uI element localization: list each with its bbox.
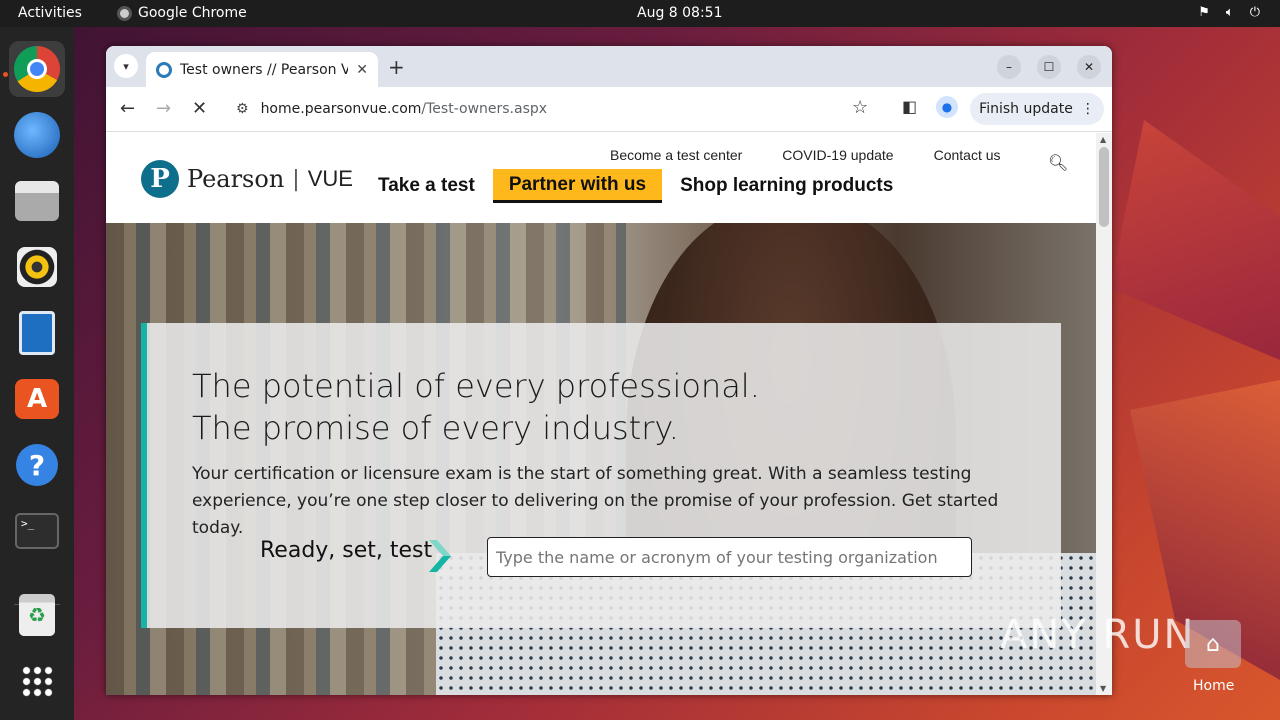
files-icon [15,181,59,221]
maximize-icon: ☐ [1043,60,1055,74]
close-icon: ✕ [1083,60,1095,74]
running-indicator [3,72,8,77]
app-menu-label: Google Chrome [138,5,247,21]
hero-headline-line1: The potential of every professional. [192,367,760,405]
tab-active[interactable]: Test owners // Pearson V ✕ [146,52,378,87]
anyrun-watermark: ANY RUN [1000,612,1196,658]
tab-strip: ▾ Test owners // Pearson V ✕ + – ☐ ✕ [106,46,1112,87]
volume-icon: 🔈︎ [1225,5,1234,20]
link-contact-us[interactable]: Contact us [934,147,1001,163]
hero-headline-line2: The promise of every industry. [192,409,679,447]
link-covid-update[interactable]: COVID-19 update [782,147,893,163]
dock-help[interactable]: ? [9,437,65,493]
activities-button[interactable]: Activities [18,5,82,21]
pearson-favicon-icon [156,61,172,78]
hero-body: Your certification or licensure exam is … [192,464,999,538]
dock-files[interactable] [9,173,65,229]
home-folder-label: Home [1193,678,1235,694]
web-page: P Pearson | VUE Become a test center COV… [106,133,1096,695]
link-become-test-center[interactable]: Become a test center [610,147,742,163]
system-tray[interactable]: ⚑ 🔈︎ ⏻ [1198,5,1260,20]
new-tab-button[interactable]: + [388,55,405,79]
app-menu[interactable]: Google Chrome [117,5,247,21]
scroll-up-icon[interactable]: ▲ [1100,135,1106,144]
logo-suffix: VUE [307,166,353,191]
url-host: home.pearsonvue.com [260,101,422,117]
dock-rhythmbox[interactable] [9,239,65,295]
logo-brand: Pearson [187,165,285,193]
site-header: P Pearson | VUE Become a test center COV… [106,133,1096,223]
thunderbird-icon [14,112,60,158]
home-folder-icon[interactable]: ⌂ [1185,620,1241,668]
profile-avatar-icon[interactable]: ● [936,96,958,118]
url-path: /Test-owners.aspx [421,101,548,117]
system-top-bar: Activities Google Chrome Aug 8 08:51 ⚑ 🔈… [0,0,1280,27]
back-button[interactable]: ← [120,98,135,119]
tab-search-button[interactable]: ▾ [114,54,138,78]
dock-thunderbird[interactable] [9,107,65,163]
forward-button[interactable]: → [156,98,171,119]
ready-label: Ready, set, test [260,538,433,563]
bookmark-star-icon[interactable]: ☆ [852,97,868,118]
dock-chrome[interactable] [9,41,65,97]
wallpaper-shape [1110,120,1280,360]
scroll-down-icon[interactable]: ▼ [1100,684,1106,693]
pearson-vue-logo[interactable]: P Pearson | VUE [141,160,353,198]
chrome-small-icon [117,5,132,21]
app-grid-icon [21,665,53,697]
close-window-button[interactable]: ✕ [1077,55,1101,79]
writer-icon [19,311,55,355]
hero-card: The potential of every professional. The… [141,323,1061,628]
minimize-button[interactable]: – [997,55,1021,79]
page-scrollbar[interactable]: ▲ ▼ [1096,133,1112,695]
browser-window: ▾ Test owners // Pearson V ✕ + – ☐ ✕ ← →… [106,46,1112,695]
close-tab-icon[interactable]: ✕ [356,62,368,78]
finish-update-button[interactable]: Finish update ⋮ [970,93,1104,125]
chevron-down-icon: ▾ [123,59,129,73]
trash-icon: ♻ [19,594,55,636]
side-panel-icon[interactable]: ◧ [902,97,917,116]
dock-app-center[interactable]: A [9,371,65,427]
dock-app-grid[interactable] [9,653,65,709]
chevron-right-icon [429,540,451,572]
tab-title: Test owners // Pearson V [180,61,349,78]
finish-update-label: Finish update [979,101,1073,117]
chrome-icon [14,46,60,92]
hero-banner: The potential of every professional. The… [106,223,1096,695]
logo-divider: | [292,166,300,192]
hero-headline: The potential of every professional. The… [192,365,760,449]
dock-terminal[interactable]: >_ [9,503,65,559]
nav-partner-with-us[interactable]: Partner with us [492,169,663,203]
maximize-button[interactable]: ☐ [1037,55,1061,79]
testing-organization-search-input[interactable] [487,537,972,577]
clock[interactable]: Aug 8 08:51 [637,5,723,21]
scrollbar-thumb[interactable] [1099,147,1109,227]
dock: A ? >_ ♻ [0,27,74,720]
browser-toolbar: ← → ✕ ⚙ home.pearsonvue.com/Test-owners.… [106,87,1112,132]
help-icon: ? [16,444,58,486]
power-icon: ⏻ [1249,5,1260,20]
dock-trash[interactable]: ♻ [9,587,65,643]
nav-shop-learning-products[interactable]: Shop learning products [674,169,899,203]
search-icon[interactable]: 🔍︎ [1048,153,1068,172]
network-icon: ⚑ [1198,5,1210,20]
dock-writer[interactable] [9,305,65,361]
app-center-icon: A [15,379,59,419]
nav-take-a-test[interactable]: Take a test [372,169,481,203]
kebab-menu-icon: ⋮ [1080,101,1095,117]
address-bar[interactable]: ⚙ home.pearsonvue.com/Test-owners.aspx [224,93,884,125]
utility-nav: Become a test center COVID-19 update Con… [610,147,1001,163]
site-info-icon[interactable]: ⚙ [236,101,249,117]
pearson-logo-icon: P [141,160,179,198]
minimize-icon: – [1006,60,1012,74]
terminal-icon: >_ [15,513,59,549]
stop-loading-button[interactable]: ✕ [192,98,207,119]
main-nav: Take a test Partner with us Shop learnin… [372,169,899,203]
rhythmbox-icon [17,247,57,287]
